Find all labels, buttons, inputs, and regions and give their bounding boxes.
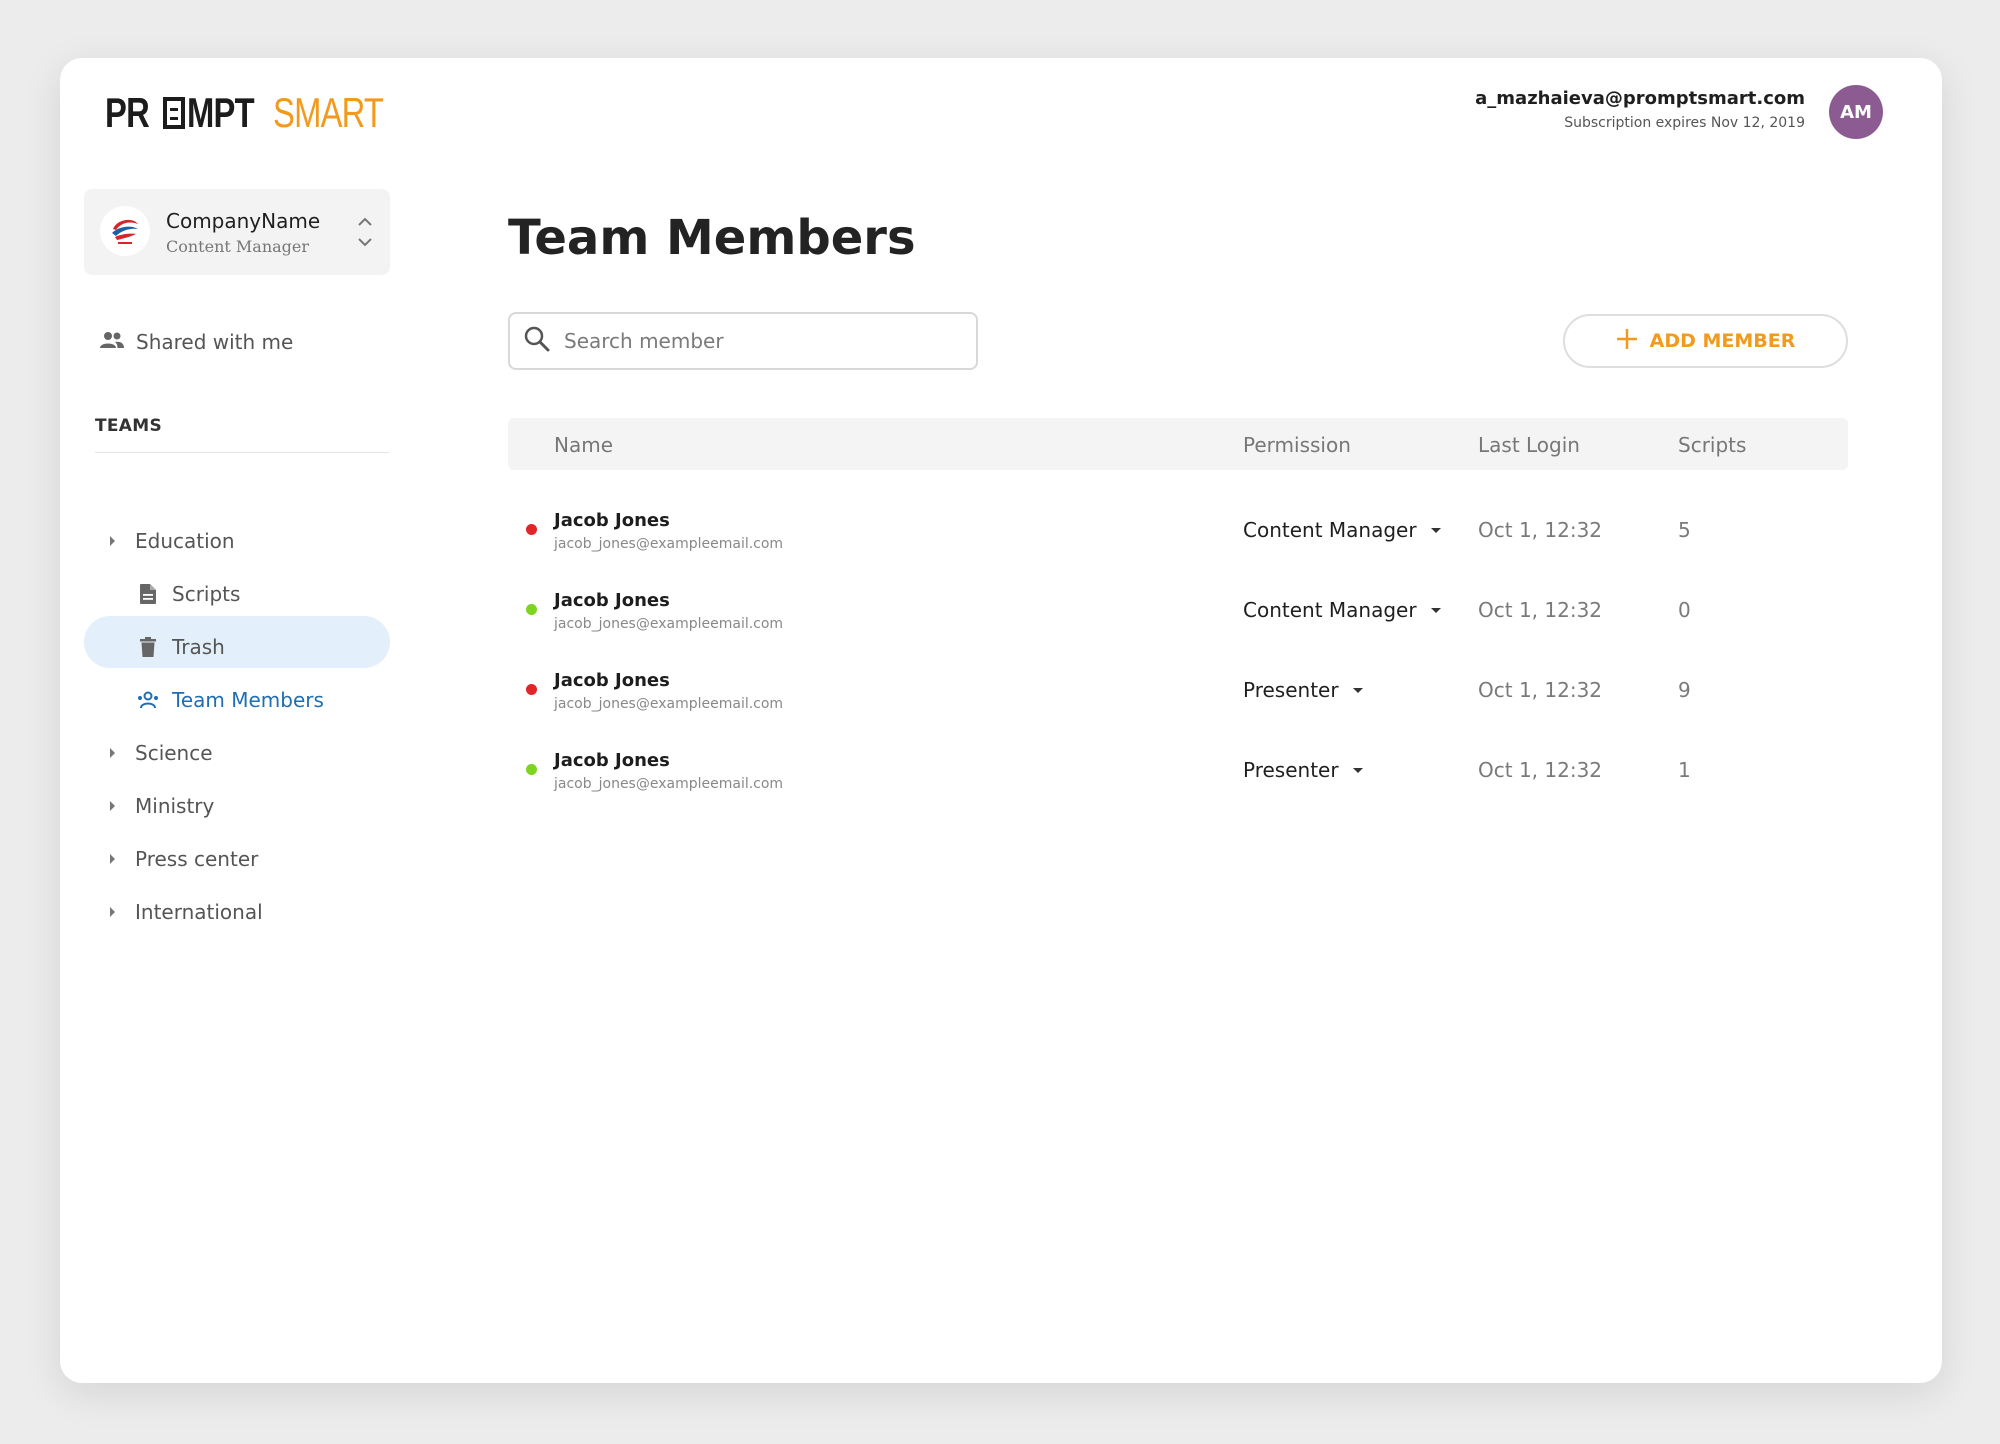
caret-down-icon: [1352, 687, 1363, 693]
add-member-button[interactable]: ADD MEMBER: [1563, 314, 1848, 368]
column-header-last-login[interactable]: Last Login: [1478, 433, 1580, 457]
trash-icon: [136, 635, 160, 659]
document-icon: [136, 582, 160, 606]
status-dot: [526, 684, 537, 695]
caret-down-icon: [1352, 767, 1363, 773]
sidebar-item-label: Trash: [172, 635, 225, 659]
column-header-scripts[interactable]: Scripts: [1678, 433, 1746, 457]
subscription-status: Subscription expires Nov 12, 2019: [1564, 115, 1805, 131]
sidebar-team-education[interactable]: Education: [110, 515, 235, 567]
permission-value: Presenter: [1243, 758, 1339, 782]
column-header-name[interactable]: Name: [554, 433, 613, 457]
promptsmart-logo[interactable]: PR MPT SMART: [105, 88, 414, 138]
sidebar-item-label: Science: [135, 741, 213, 765]
last-login: Oct 1, 12:32: [1478, 518, 1603, 542]
company-logo-icon: [100, 206, 150, 256]
table-row[interactable]: Jacob Jones jacob_jones@exampleemail.com…: [508, 730, 1848, 810]
chevron-up-down-icon[interactable]: [356, 215, 374, 253]
sidebar-team-press-center[interactable]: Press center: [110, 833, 258, 885]
member-name: Jacob Jones: [554, 750, 670, 771]
caret-down-icon: [1430, 527, 1441, 533]
caret-right-icon: [110, 748, 115, 758]
sidebar-item-team-members[interactable]: Team Members: [136, 674, 324, 726]
search-icon: [524, 326, 550, 356]
sidebar-team-ministry[interactable]: Ministry: [110, 780, 214, 832]
logo-document-icon: [163, 97, 186, 129]
logo-text-dark: PR: [105, 89, 150, 136]
status-dot: [526, 764, 537, 775]
last-login: Oct 1, 12:32: [1478, 758, 1603, 782]
member-email: jacob_jones@exampleemail.com: [554, 616, 784, 632]
column-header-permission[interactable]: Permission: [1243, 433, 1351, 457]
member-email: jacob_jones@exampleemail.com: [554, 536, 784, 552]
caret-right-icon: [110, 854, 115, 864]
company-name: CompanyName: [166, 209, 321, 233]
sidebar-item-trash[interactable]: Trash: [136, 621, 225, 673]
shared-with-me-link[interactable]: Shared with me: [100, 330, 293, 354]
status-dot: [526, 524, 537, 535]
permission-value: Content Manager: [1243, 598, 1417, 622]
last-login: Oct 1, 12:32: [1478, 598, 1603, 622]
member-name: Jacob Jones: [554, 590, 670, 611]
member-name: Jacob Jones: [554, 510, 670, 531]
scripts-count: 0: [1678, 598, 1691, 622]
permission-dropdown[interactable]: Content Manager: [1243, 598, 1441, 622]
search-input[interactable]: [562, 328, 946, 354]
member-email: jacob_jones@exampleemail.com: [554, 696, 784, 712]
table-row[interactable]: Jacob Jones jacob_jones@exampleemail.com…: [508, 490, 1848, 570]
permission-dropdown[interactable]: Presenter: [1243, 678, 1363, 702]
team-members-icon: [136, 688, 160, 712]
logo-text-accent: SMART: [273, 89, 384, 136]
sidebar-team-science[interactable]: Science: [110, 727, 213, 779]
last-login: Oct 1, 12:32: [1478, 678, 1603, 702]
table-row[interactable]: Jacob Jones jacob_jones@exampleemail.com…: [508, 570, 1848, 650]
member-name: Jacob Jones: [554, 670, 670, 691]
people-icon: [100, 330, 124, 354]
add-member-label: ADD MEMBER: [1649, 330, 1796, 352]
caret-right-icon: [110, 801, 115, 811]
scripts-count: 5: [1678, 518, 1691, 542]
table-row[interactable]: Jacob Jones jacob_jones@exampleemail.com…: [508, 650, 1848, 730]
user-email: a_mazhaieva@promptsmart.com: [1475, 88, 1805, 109]
scripts-count: 9: [1678, 678, 1691, 702]
scripts-count: 1: [1678, 758, 1691, 782]
sidebar-item-label: Team Members: [172, 688, 324, 712]
plus-icon: [1616, 328, 1638, 355]
user-info: a_mazhaieva@promptsmart.com Subscription…: [1475, 88, 1805, 131]
permission-value: Content Manager: [1243, 518, 1417, 542]
caret-right-icon: [110, 536, 115, 546]
caret-down-icon: [1430, 607, 1441, 613]
avatar[interactable]: AM: [1829, 85, 1883, 139]
caret-right-icon: [110, 907, 115, 917]
member-email: jacob_jones@exampleemail.com: [554, 776, 784, 792]
sidebar-item-label: Press center: [135, 847, 259, 871]
shared-with-me-label: Shared with me: [136, 330, 294, 354]
permission-dropdown[interactable]: Content Manager: [1243, 518, 1441, 542]
page-title: Team Members: [508, 210, 916, 266]
status-dot: [526, 604, 537, 615]
permission-value: Presenter: [1243, 678, 1339, 702]
sidebar-item-label: Ministry: [135, 794, 215, 818]
company-switcher[interactable]: CompanyName Content Manager: [84, 189, 390, 275]
teams-heading: TEAMS: [95, 416, 163, 436]
sidebar-item-label: Education: [135, 529, 235, 553]
app-window: PR MPT SMART a_mazhaieva@promptsmart.com…: [60, 58, 1942, 1383]
teams-divider: [95, 452, 389, 453]
sidebar-team-international[interactable]: International: [110, 886, 263, 938]
active-nav-highlight: [84, 616, 390, 668]
permission-dropdown[interactable]: Presenter: [1243, 758, 1363, 782]
sidebar-item-label: International: [135, 900, 263, 924]
company-role: Content Manager: [166, 237, 310, 256]
sidebar-item-label: Scripts: [172, 582, 241, 606]
search-box[interactable]: [508, 312, 978, 370]
sidebar-item-scripts[interactable]: Scripts: [136, 568, 240, 620]
table-header: Name Permission Last Login Scripts: [508, 418, 1848, 470]
logo-text-dark-2: MPT: [187, 89, 255, 136]
